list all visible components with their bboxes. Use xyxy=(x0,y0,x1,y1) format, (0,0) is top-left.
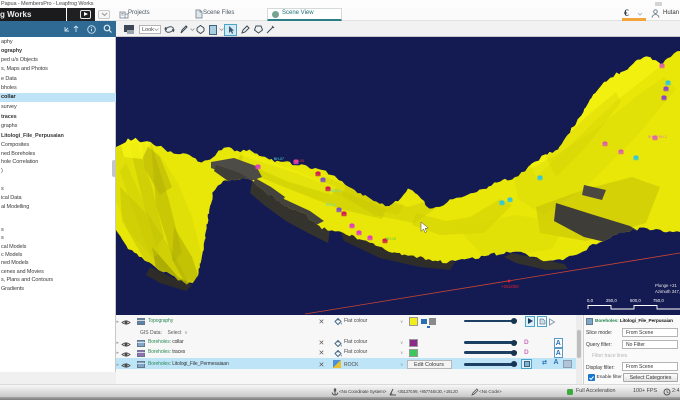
svg-text:Plunge +21: Plunge +21 xyxy=(655,283,677,288)
svg-text:+251000: +251000 xyxy=(501,284,519,289)
svg-text:BH-11: BH-11 xyxy=(326,203,336,207)
svg-text:BH-05: BH-05 xyxy=(294,159,304,163)
svg-text:0,0: 0,0 xyxy=(587,298,594,303)
svg-text:BH-18 BH-2: BH-18 BH-2 xyxy=(648,135,667,139)
svg-text:BH-07: BH-07 xyxy=(274,157,284,161)
svg-text:Azimuth 347,9: Azimuth 347,9 xyxy=(655,289,680,294)
svg-text:250,0: 250,0 xyxy=(606,298,617,303)
svg-text:500,0: 500,0 xyxy=(630,298,641,303)
svg-text:BH-15: BH-15 xyxy=(386,237,396,241)
svg-text:750,0: 750,0 xyxy=(653,298,664,303)
svg-text:BH-13: BH-13 xyxy=(331,189,341,193)
